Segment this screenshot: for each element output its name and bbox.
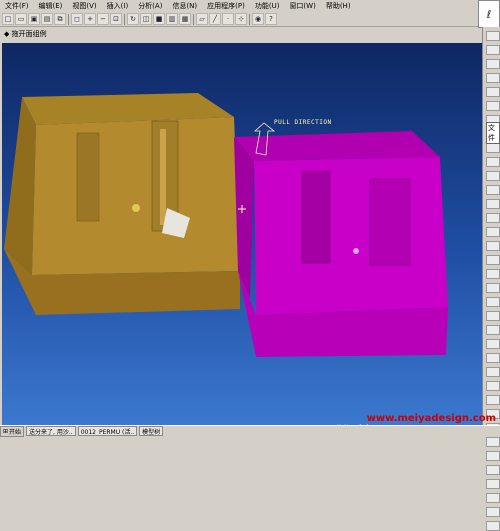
zoom-out-icon[interactable]: − [97,13,109,25]
core-block-front [4,97,36,275]
menu-item-1[interactable]: 编辑(E) [34,1,68,11]
right-tool-icon[interactable] [486,507,500,517]
zoom-in-icon[interactable]: + [84,13,96,25]
right-tool-icon[interactable] [486,521,500,531]
model-name-label: ◆ 拖开面组例 [4,30,47,38]
whats-this-icon[interactable]: ? [265,13,277,25]
right-tool-icon[interactable] [486,31,500,41]
wire-icon[interactable]: ▦ [179,13,191,25]
toolbar-separator [124,13,125,25]
start-label: 开始 [9,428,22,436]
right-tool-icon[interactable] [486,45,500,55]
core-slot-left [76,132,100,222]
datum-plane-icon[interactable]: ▱ [196,13,208,25]
pull-direction-label: PULL DIRECTION [274,119,332,126]
menu-item-7[interactable]: 功能(U) [250,1,285,11]
core-block[interactable] [4,93,240,315]
open-icon[interactable]: ▭ [15,13,27,25]
file-tab[interactable]: 文件 [486,122,500,144]
orient-icon[interactable]: ↻ [127,13,139,25]
right-tool-icon[interactable] [486,185,500,195]
right-tool-icon[interactable] [486,171,500,181]
csys-icon[interactable]: ⊹ [235,13,247,25]
right-tool-icon[interactable] [486,87,500,97]
right-tool-icon[interactable] [486,311,500,321]
right-tool-icon[interactable] [486,395,500,405]
right-tool-icon[interactable] [486,451,500,461]
toolbar-separator [249,13,250,25]
right-tool-icon[interactable] [486,297,500,307]
right-tool-icon[interactable] [486,227,500,237]
menu-item-5[interactable]: 信息(N) [167,1,202,11]
toolbar-separator [193,13,194,25]
right-tool-icon[interactable] [486,339,500,349]
windows-icon: ⊞ [3,427,9,435]
cavity-hole [353,248,359,254]
graphics-viewport[interactable]: PULL DIRECTION X.X +-0.1X.XX +-0.01X.XXX… [2,43,482,425]
menu-item-9[interactable]: 帮助(H) [321,1,356,11]
datum-axis-icon[interactable]: ╱ [209,13,221,25]
right-tool-icon[interactable] [486,157,500,167]
view-icon[interactable]: ◫ [140,13,152,25]
core-block-face [32,117,240,275]
eye-icon[interactable]: ◉ [252,13,264,25]
toolbar-separator [68,13,69,25]
right-tool-icon[interactable] [486,353,500,363]
shade-icon[interactable]: ■ [153,13,165,25]
menu-item-4[interactable]: 分析(A) [133,1,167,11]
watermark: www.meiyadesign.com [366,413,496,424]
menu-item-8[interactable]: 窗口(W) [284,1,320,11]
menu-item-6[interactable]: 应用程序(P) [202,1,250,11]
right-tool-icon[interactable] [486,465,500,475]
right-tool-icon[interactable] [486,143,500,153]
core-rib-inner [160,129,166,225]
hidden-icon[interactable]: ▥ [166,13,178,25]
menu-item-2[interactable]: 视图(V) [67,1,101,11]
cavity-block-face [254,157,448,315]
main-toolbar: □ ▭ ▣ ▤ ⧉ ◻ + − ⊡ ↻ ◫ ■ ▥ ▦ ▱ ╱ · ⊹ ◉? [0,12,492,27]
save-icon[interactable]: ▣ [28,13,40,25]
right-tool-icon[interactable] [486,73,500,83]
print-icon[interactable]: ▤ [41,13,53,25]
right-tool-icon[interactable] [486,325,500,335]
right-tool-icon[interactable] [486,213,500,223]
right-tool-icon[interactable] [486,479,500,489]
cavity-block-top [234,131,440,161]
right-tool-icon[interactable] [486,101,500,111]
datum-point-icon[interactable]: · [222,13,234,25]
sub-toolbar: ◆ 拖开面组例 [0,27,486,41]
cavity-pocket [369,178,411,266]
right-toolbar [482,27,500,531]
right-tool-icon[interactable] [486,255,500,265]
right-tool-icon[interactable] [486,199,500,209]
taskbar: ⊞ 开始 送分来了, 用沙.. 0012_PERMU (活.. 模型树 [0,425,500,437]
core-pin [132,204,140,212]
menu-item-3[interactable]: 插入(I) [102,1,134,11]
menu-item-0[interactable]: 文件(F) [0,1,34,11]
cavity-block[interactable] [234,131,448,357]
right-tool-icon[interactable] [486,437,500,447]
repaint-icon[interactable]: ◻ [71,13,83,25]
model-canvas [4,93,448,357]
right-tool-icon[interactable] [486,493,500,503]
cavity-channel [301,170,331,264]
new-icon[interactable]: □ [2,13,14,25]
right-tool-icon[interactable] [486,269,500,279]
right-tool-icon[interactable] [486,381,500,391]
right-tool-icon[interactable] [486,59,500,69]
menu-bar: 文件(F) 编辑(E) 视图(V) 插入(I) 分析(A) 信息(N) 应用程序(P) 功能(… [0,0,500,12]
fit-icon[interactable]: ⊡ [110,13,122,25]
app-logo-icon: ℓ [478,0,500,28]
right-tool-icon[interactable] [486,367,500,377]
copy-icon[interactable]: ⧉ [54,13,66,25]
right-tool-icon[interactable] [486,283,500,293]
right-tool-icon[interactable] [486,241,500,251]
